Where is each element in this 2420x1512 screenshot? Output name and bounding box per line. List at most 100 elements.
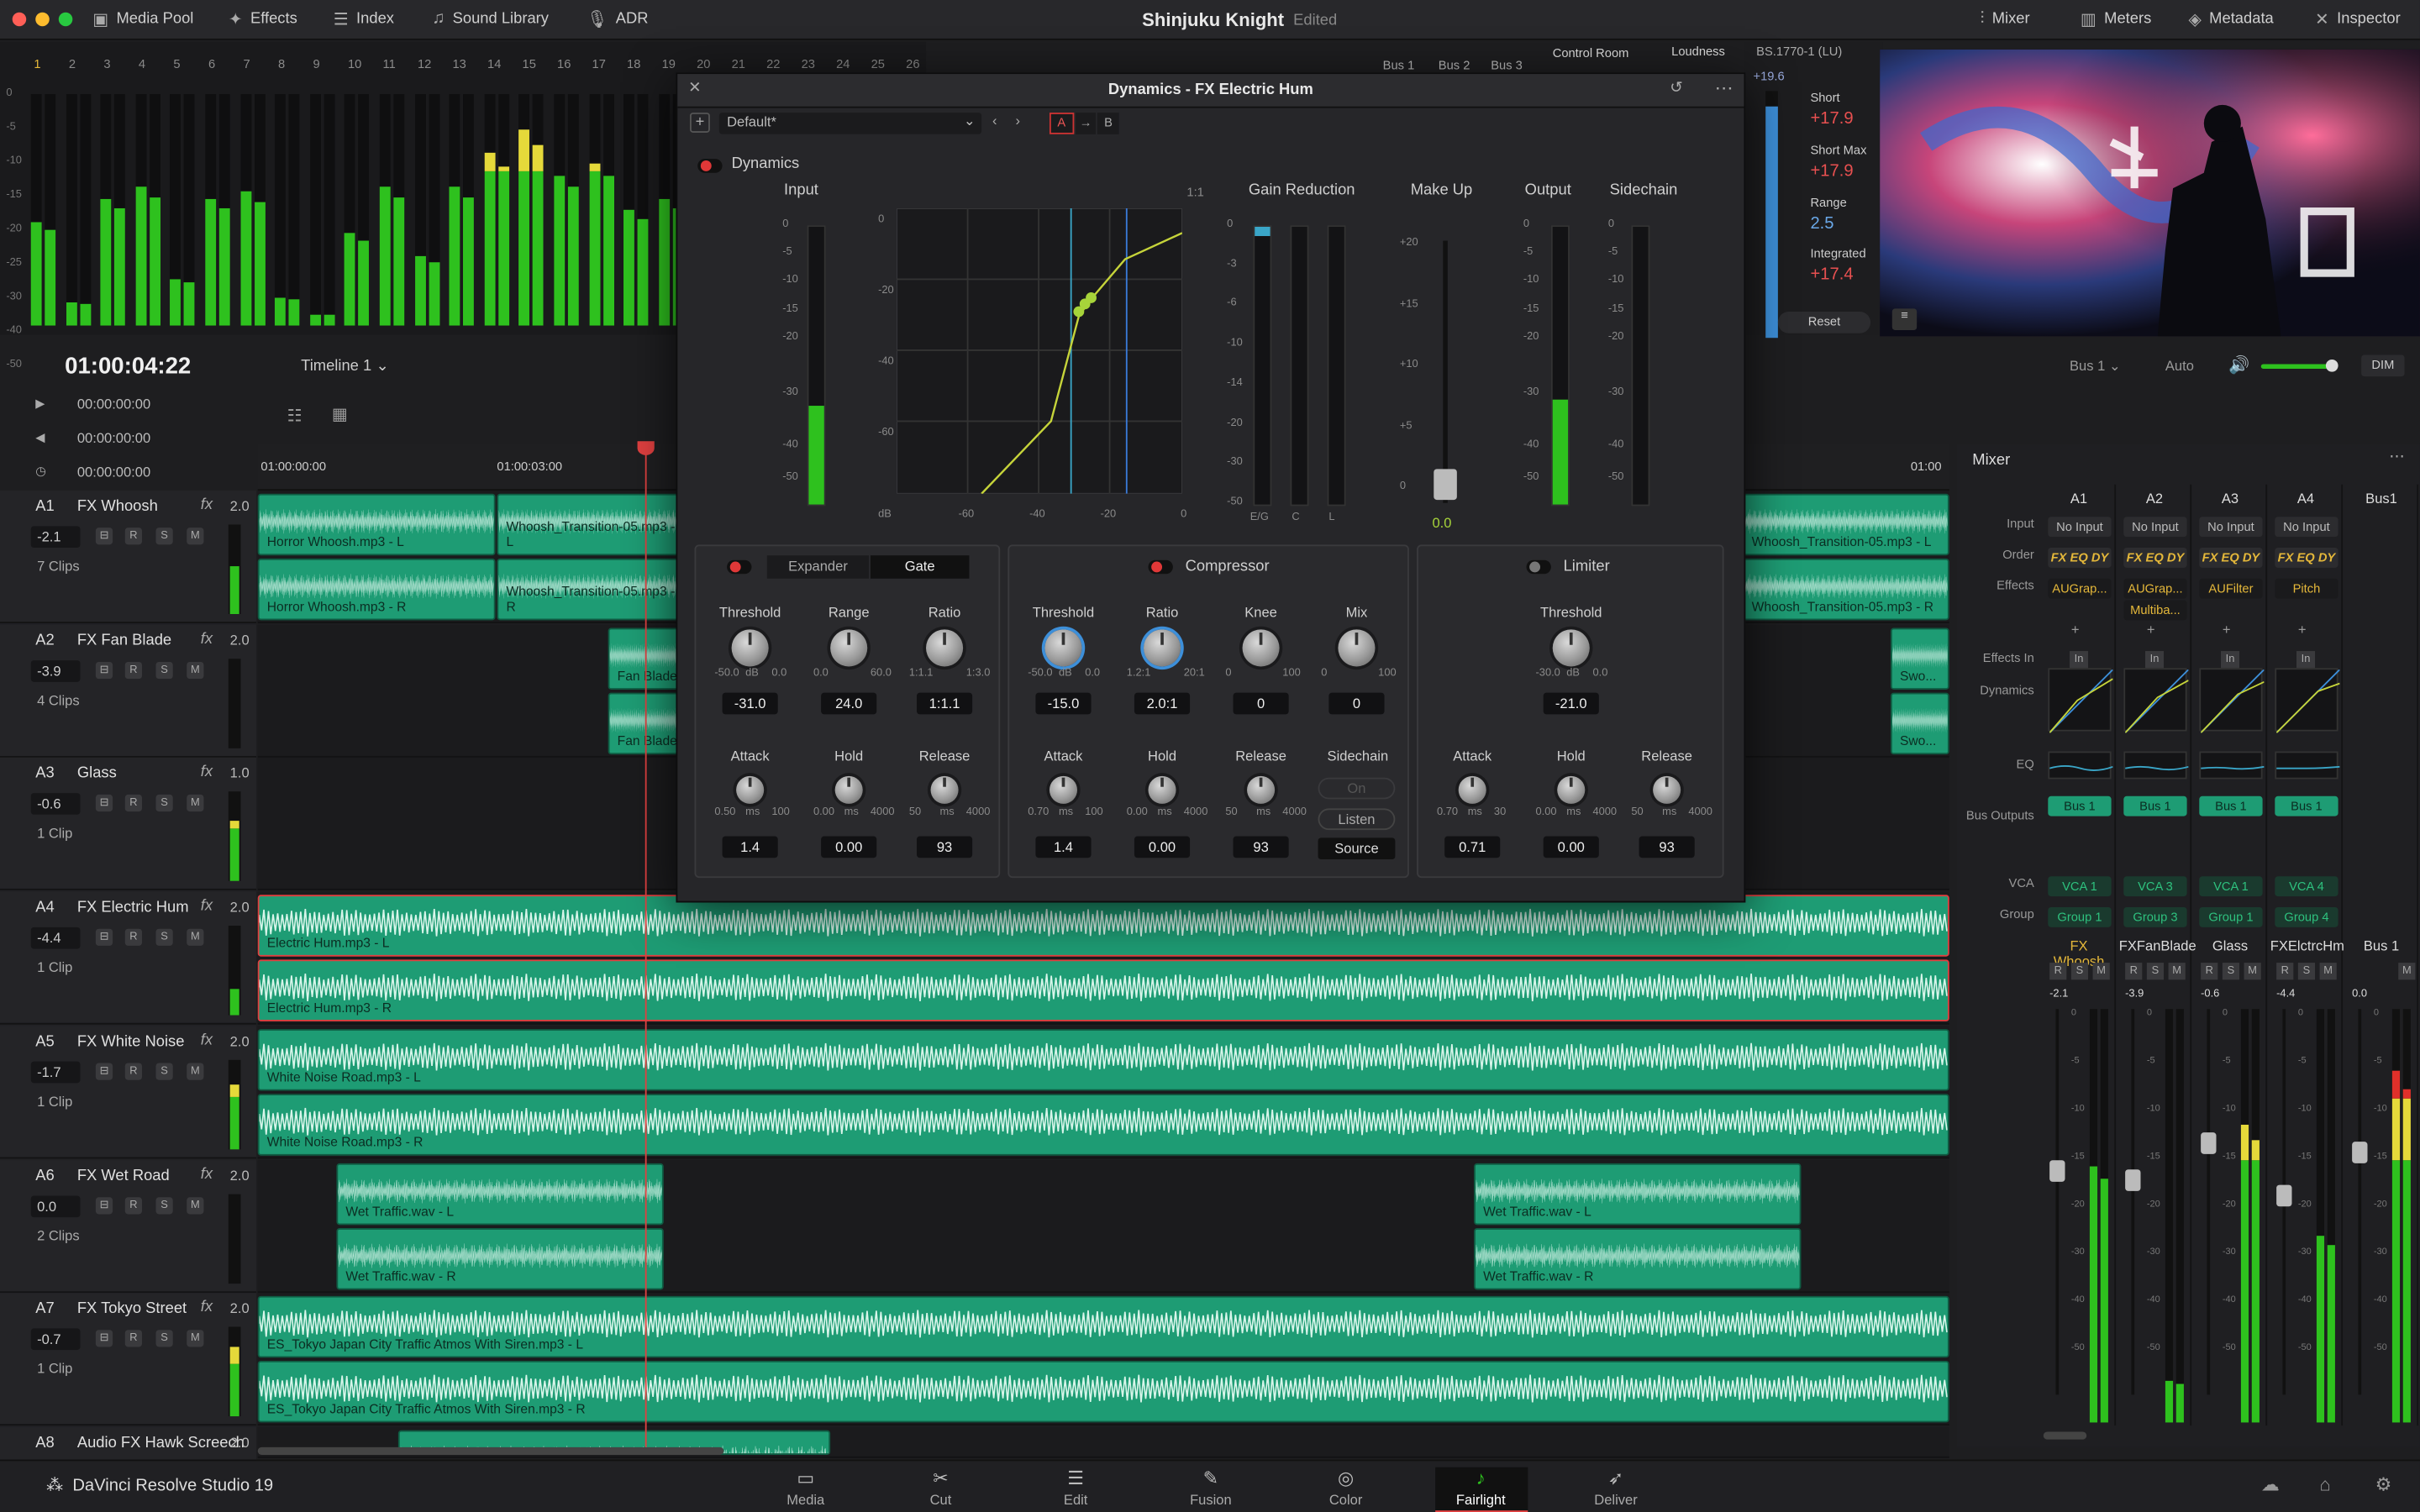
track-s-button[interactable]: S	[155, 795, 173, 812]
track-lock-icon[interactable]: ⊟	[95, 661, 113, 679]
audio-clip[interactable]: Wet Traffic.wav - R	[336, 1227, 664, 1289]
reset-icon[interactable]: ↺	[1670, 81, 1682, 97]
track-m-button[interactable]: M	[187, 528, 204, 545]
track-volume-field[interactable]: -0.6	[30, 793, 81, 816]
metadata-button[interactable]: ◈ Metadata	[2188, 9, 2273, 29]
speaker-icon[interactable]: 🔊	[2228, 354, 2249, 375]
knob-value-field[interactable]: 93	[1233, 836, 1289, 858]
track-header-a1[interactable]: A1 FX Whoosh fx 2.0 -2.1 ⊟ R S M 7 Clips	[0, 491, 256, 624]
mixer-fader-handle[interactable]	[2049, 1160, 2065, 1182]
makeup-slider[interactable]	[1434, 240, 1457, 503]
audio-clip[interactable]: Electric Hum.mp3 - R	[257, 959, 1949, 1022]
mixer-m-button[interactable]: M	[2092, 963, 2110, 980]
audio-clip[interactable]: Whoosh_Transition-05.mp3 - L	[497, 493, 682, 556]
mixer-fader-handle[interactable]	[2125, 1169, 2141, 1191]
knob-value-field[interactable]: 24.0	[821, 692, 877, 715]
page-color-button[interactable]: ◎ Color	[1300, 1467, 1392, 1508]
mixer-effect-slot[interactable]: Pitch	[2275, 578, 2338, 599]
mixer-input-selector[interactable]: No Input	[2199, 517, 2263, 538]
home-icon[interactable]: ⌂	[2320, 1473, 2331, 1495]
track-s-button[interactable]: S	[155, 1063, 173, 1080]
effects-in-button[interactable]: In	[2070, 651, 2089, 669]
grid-view-icon[interactable]: ▦	[332, 404, 348, 424]
track-header-a2[interactable]: A2 FX Fan Blade fx 2.0 -3.9 ⊟ R S M 4 Clips	[0, 624, 256, 758]
track-options-icon[interactable]: ☷	[287, 406, 302, 426]
track-header-a6[interactable]: A6 FX Wet Road fx 2.0 0.0 ⊟ R S M 2 Clips	[0, 1159, 256, 1293]
sidechain-on-button[interactable]: On	[1318, 777, 1396, 800]
audio-clip[interactable]: Horror Whoosh.mp3 - R	[257, 558, 496, 621]
viewer-settings-icon[interactable]: ≡	[1891, 308, 1918, 331]
mixer-fader-handle[interactable]	[2352, 1142, 2368, 1163]
track-header-a4[interactable]: A4 FX Electric Hum fx 2.0 -4.4 ⊟ R S M 1 Clip	[0, 891, 256, 1025]
track-volume-field[interactable]: -4.4	[30, 927, 81, 949]
track-r-button[interactable]: R	[124, 928, 142, 947]
zoom-window-button[interactable]	[58, 12, 73, 27]
page-fairlight-button[interactable]: ♪ Fairlight	[1434, 1467, 1528, 1512]
mixer-bus-output[interactable]: Bus 1	[2275, 795, 2338, 816]
mixer-s-button[interactable]: S	[2222, 963, 2240, 980]
knob-value-field[interactable]: 1.4	[1035, 836, 1092, 858]
timeline-scrollbar[interactable]	[257, 1446, 724, 1456]
dynamics-power-toggle[interactable]	[697, 159, 723, 173]
knob-value-field[interactable]: -15.0	[1035, 692, 1092, 715]
track-m-button[interactable]: M	[187, 795, 204, 812]
timeline-selector[interactable]: Timeline 1 ⌄	[301, 358, 389, 375]
track-m-button[interactable]: M	[187, 661, 204, 679]
sidechain-source-dropdown[interactable]: Source	[1318, 837, 1396, 860]
track-fx-icon[interactable]: fx	[201, 631, 213, 648]
limiter-power-toggle[interactable]	[1526, 559, 1551, 575]
mixer-button[interactable]: ⫶ Mixer	[1980, 9, 2029, 29]
knob-value-field[interactable]: 93	[1639, 836, 1695, 858]
track-fx-icon[interactable]: fx	[201, 1299, 213, 1316]
rotary-knob[interactable]	[1653, 775, 1681, 804]
automation-mode[interactable]: Auto	[2165, 358, 2194, 373]
audio-clip[interactable]: Whoosh_Transition-05.mp3 - R	[497, 558, 682, 621]
track-volume-field[interactable]: 0.0	[30, 1194, 81, 1217]
mixer-input-selector[interactable]: No Input	[2048, 517, 2112, 538]
audio-clip[interactable]: White Noise Road.mp3 - L	[257, 1028, 1949, 1091]
mixer-s-button[interactable]: S	[2297, 963, 2316, 980]
track-m-button[interactable]: M	[187, 1330, 204, 1347]
bus-2-tab[interactable]: Bus 2	[1439, 59, 1470, 73]
knob-value-field[interactable]: 0.71	[1444, 836, 1501, 858]
track-name[interactable]: Glass	[77, 766, 117, 783]
mixer-effect-slot[interactable]: AUGrap...	[2048, 578, 2112, 599]
add-effect-icon[interactable]: +	[2298, 622, 2307, 637]
knob-value-field[interactable]: 0.00	[821, 836, 877, 858]
mixer-scrollbar[interactable]	[2043, 1431, 2087, 1440]
mixer-eq-thumbnail[interactable]	[2199, 751, 2265, 780]
track-lane-a4[interactable]: Electric Hum.mp3 - L Electric Hum.mp3 - R	[257, 891, 1949, 1025]
close-window-button[interactable]	[12, 12, 27, 27]
audio-clip[interactable]: ES_Tokyo Japan City Traffic Atmos With S…	[257, 1296, 1949, 1358]
mixer-bus-output[interactable]: Bus 1	[2123, 795, 2187, 816]
track-lane-a6[interactable]: Wet Traffic.wav - L Wet Traffic.wav - R We…	[257, 1159, 1949, 1293]
track-s-button[interactable]: S	[155, 1330, 173, 1347]
audio-clip[interactable]: Wet Traffic.wav - L	[1474, 1162, 1802, 1225]
a-button[interactable]: A	[1049, 113, 1074, 134]
meters-button[interactable]: ▥ Meters	[2081, 9, 2151, 29]
rotary-knob[interactable]	[1557, 775, 1586, 804]
page-edit-button[interactable]: ☰ Edit	[1029, 1467, 1122, 1508]
effects-in-button[interactable]: In	[2296, 651, 2316, 669]
mixer-effect-slot[interactable]: AUGrap...	[2123, 578, 2187, 599]
track-s-button[interactable]: S	[155, 1196, 173, 1214]
track-r-button[interactable]: R	[124, 661, 142, 679]
monitor-volume-slider[interactable]	[2260, 359, 2338, 372]
track-lane-a7[interactable]: ES_Tokyo Japan City Traffic Atmos With S…	[257, 1293, 1949, 1426]
track-lock-icon[interactable]: ⊟	[95, 1063, 113, 1080]
loudness-standard[interactable]: BS.1770-1 (LU)	[1756, 45, 1842, 59]
track-name[interactable]: FX Tokyo Street	[77, 1301, 187, 1318]
compressor-power-toggle[interactable]	[1148, 559, 1173, 575]
rotary-knob[interactable]	[830, 629, 868, 667]
track-name[interactable]: FX Whoosh	[77, 498, 158, 515]
track-lock-icon[interactable]: ⊟	[95, 1330, 113, 1347]
track-r-button[interactable]: R	[124, 795, 142, 812]
page-cut-button[interactable]: ✂ Cut	[894, 1467, 986, 1508]
mixer-eq-thumbnail[interactable]	[2275, 751, 2340, 780]
track-lock-icon[interactable]: ⊟	[95, 528, 113, 545]
audio-clip[interactable]: Wet Traffic.wav - R	[1474, 1227, 1802, 1289]
mixer-dynamics-thumbnail[interactable]	[2048, 668, 2114, 734]
track-volume-field[interactable]: -0.7	[30, 1328, 81, 1351]
add-preset-icon[interactable]: +	[690, 113, 710, 133]
track-fx-icon[interactable]: fx	[201, 898, 213, 915]
